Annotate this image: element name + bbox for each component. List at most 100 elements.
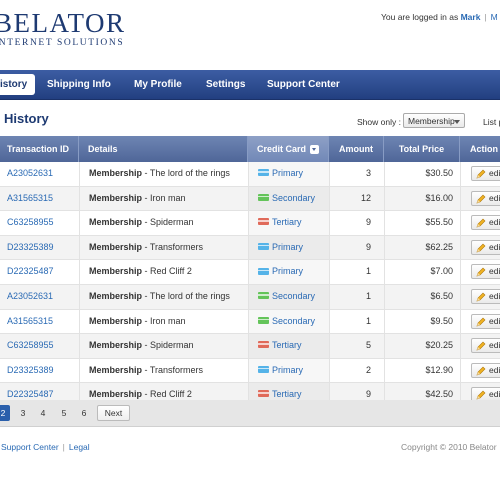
transaction-id-link[interactable]: D23325389: [7, 365, 54, 375]
filter-select-value: Membership: [408, 116, 455, 126]
col-header-amount[interactable]: Amount: [329, 136, 384, 162]
details-text: - Iron man: [142, 192, 186, 203]
details-product: Membership: [89, 241, 143, 252]
edit-button[interactable]: edi: [471, 288, 500, 304]
transaction-id-cell: C63258955: [7, 334, 54, 358]
credit-card-link[interactable]: Primary: [272, 365, 303, 375]
transaction-id-link[interactable]: A31565315: [7, 193, 53, 203]
login-separator: |: [484, 12, 487, 22]
transaction-id-link[interactable]: D23325389: [7, 242, 54, 252]
total-price-cell: $30.50: [384, 162, 460, 186]
col-header-label: Amount: [339, 144, 373, 154]
details-cell: Membership - Red Cliff 2: [79, 260, 248, 284]
col-header-transaction-id[interactable]: Transaction ID: [0, 136, 79, 162]
transaction-id-link[interactable]: C63258955: [7, 340, 54, 350]
details-cell: Membership - Spiderman: [79, 211, 248, 235]
edit-button-label: edi: [489, 290, 500, 301]
credit-card-link[interactable]: Secondary: [272, 316, 315, 326]
edit-button[interactable]: edi: [471, 190, 500, 206]
transaction-id-cell: A23052631: [7, 162, 53, 186]
credit-card-link[interactable]: Tertiary: [272, 217, 302, 227]
edit-button[interactable]: edi: [471, 166, 500, 181]
details-product: Membership: [89, 364, 143, 375]
details-product: Membership: [89, 266, 143, 277]
total-price-cell: $16.00: [384, 186, 460, 211]
tab-history[interactable]: istory: [0, 74, 36, 95]
edit-button[interactable]: edi: [471, 215, 500, 231]
footer-link-legal[interactable]: Legal: [69, 442, 90, 452]
edit-button-label: edi: [489, 241, 500, 252]
credit-card-link[interactable]: Tertiary: [272, 389, 302, 399]
credit-card-link[interactable]: Secondary: [272, 291, 315, 301]
edit-button[interactable]: edi: [471, 239, 500, 255]
edit-button-label: edi: [489, 315, 500, 326]
page-button[interactable]: 5: [58, 405, 70, 421]
transaction-id-link[interactable]: D22325487: [7, 389, 54, 399]
transaction-id-link[interactable]: A23052631: [7, 291, 53, 301]
page-button[interactable]: 3: [17, 405, 29, 421]
header-link-partial[interactable]: M: [491, 12, 498, 22]
total-price-cell: $55.50: [384, 211, 460, 235]
credit-card-icon: [258, 292, 269, 300]
credit-card-icon: [258, 390, 269, 398]
credit-card-link[interactable]: Primary: [272, 168, 303, 178]
page-button[interactable]: 6: [78, 405, 90, 421]
details-product: Membership: [89, 217, 143, 228]
details-text: - Red Cliff 2: [142, 389, 192, 400]
edit-button[interactable]: edi: [471, 264, 500, 280]
transaction-id-cell: A31565315: [7, 310, 53, 334]
transaction-id-cell: D23325389: [7, 359, 54, 383]
transaction-id-link[interactable]: A31565315: [7, 316, 53, 326]
table-row: D23325389 Membership - Transformers Primar…: [0, 358, 500, 384]
credit-card-link[interactable]: Tertiary: [272, 340, 302, 350]
amount-cell: 5: [329, 334, 384, 358]
edit-button[interactable]: edi: [471, 313, 500, 329]
user-link[interactable]: Mark: [461, 12, 481, 22]
details-product: Membership: [89, 192, 143, 203]
details-cell: Membership - Transformers: [79, 235, 248, 260]
details-product: Membership: [89, 168, 143, 178]
pagination: 2 3 4 5 6 Next: [0, 400, 500, 427]
transaction-id-cell: A31565315: [7, 187, 53, 211]
next-page-button[interactable]: Next: [97, 405, 130, 421]
tab-settings[interactable]: Settings: [206, 70, 245, 99]
credit-card-icon: [258, 365, 269, 373]
edit-button-label: edi: [489, 217, 500, 228]
credit-card-cell: Secondary: [248, 284, 329, 309]
tab-my-profile[interactable]: My Profile: [134, 70, 182, 99]
amount-cell: 9: [329, 235, 384, 260]
edit-button[interactable]: edi: [471, 338, 500, 354]
footer-separator: |: [62, 442, 65, 452]
credit-card-link[interactable]: Primary: [272, 266, 303, 276]
details-cell: Membership - Iron man: [79, 309, 248, 334]
tab-support-center[interactable]: Support Center: [267, 70, 340, 99]
footer-links: Support Center | Legal: [1, 442, 90, 452]
credit-card-icon: [258, 169, 269, 177]
amount-cell: 3: [329, 162, 384, 186]
credit-card-link[interactable]: Primary: [272, 242, 303, 252]
filter-select[interactable]: Membership: [403, 113, 465, 128]
total-price-cell: $7.00: [384, 260, 460, 284]
page-button[interactable]: 2: [0, 405, 10, 421]
details-product: Membership: [89, 340, 143, 351]
login-status: You are logged in as Mark | M: [381, 12, 498, 22]
table-row: D22325487 Membership - Red Cliff 2 Primary…: [0, 260, 500, 285]
transaction-id-link[interactable]: C63258955: [7, 217, 54, 227]
tab-shipping-info[interactable]: Shipping Info: [47, 70, 111, 99]
transaction-id-link[interactable]: A23052631: [7, 168, 53, 178]
col-header-details[interactable]: Details: [79, 136, 248, 162]
pencil-icon: [476, 366, 486, 376]
transaction-id-cell: C63258955: [7, 211, 54, 235]
credit-card-cell: Secondary: [248, 186, 329, 211]
transaction-id-link[interactable]: D22325487: [7, 266, 54, 276]
page-button[interactable]: 4: [37, 405, 49, 421]
footer-link-support-center[interactable]: Support Center: [1, 442, 59, 452]
total-price-cell: $9.50: [384, 309, 460, 334]
pencil-icon: [476, 169, 486, 179]
col-header-credit-card[interactable]: Credit Card: [248, 136, 329, 162]
edit-button[interactable]: edi: [471, 362, 500, 378]
sort-dropdown-icon[interactable]: [310, 145, 320, 155]
credit-card-link[interactable]: Secondary: [272, 193, 315, 203]
col-header-total-price[interactable]: Total Price: [384, 136, 460, 162]
details-text: - Transformers: [142, 364, 204, 375]
